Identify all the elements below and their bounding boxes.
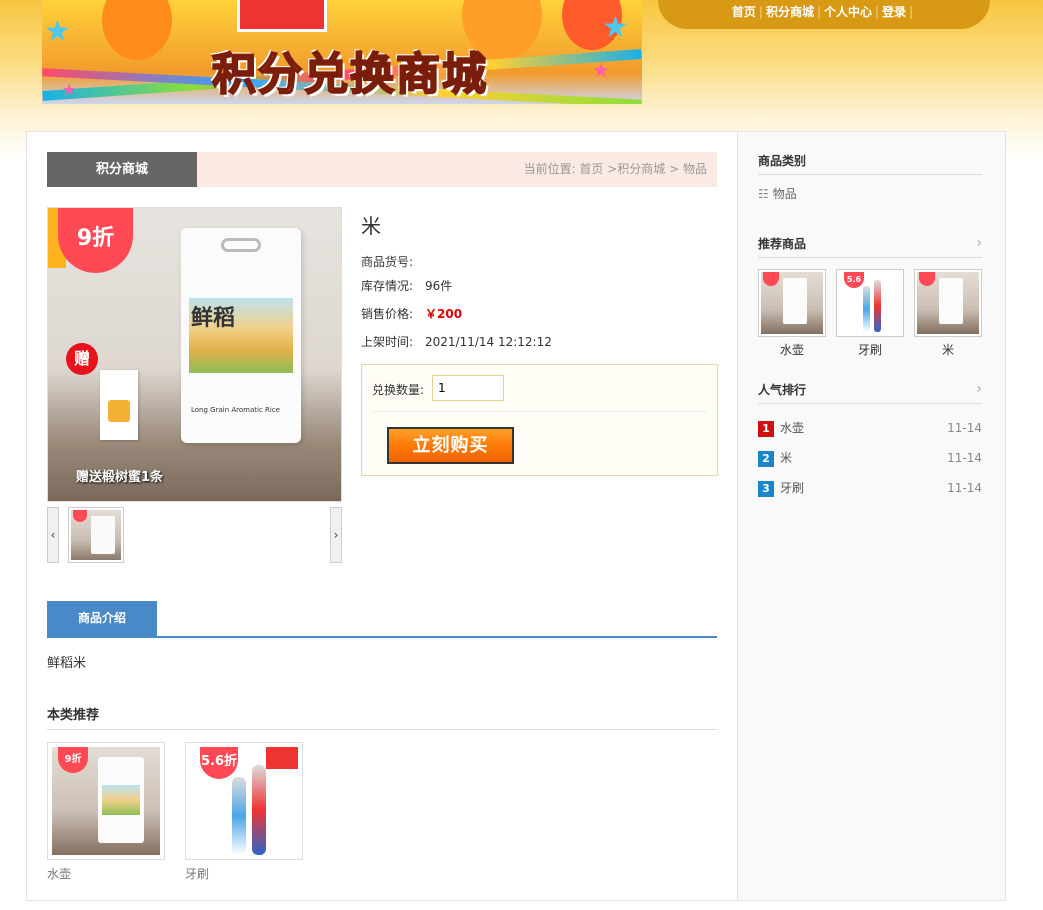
thumb-prev-button[interactable]: ‹: [47, 507, 59, 563]
recommend-item-name[interactable]: 水壶: [47, 865, 165, 882]
gift-badge: 赠: [66, 343, 98, 375]
ranking-item-date: 11-14: [947, 421, 982, 435]
nav-points-mall-link[interactable]: 积分商城: [766, 5, 814, 19]
recommended-item-name[interactable]: 水壶: [758, 341, 826, 358]
rank-number: 2: [758, 450, 774, 467]
banner-title: 积分兑换商城: [211, 48, 488, 101]
nav-separator: |: [909, 5, 914, 19]
chevron-right-icon[interactable]: ›: [976, 235, 982, 251]
nav-separator: |: [758, 5, 763, 19]
top-nav: 首页 | 积分商城 | 个人中心 | 登录 |: [658, 0, 990, 29]
honey-packet-picture: [100, 370, 138, 440]
field-label: 上架时间:: [361, 335, 414, 349]
buy-now-button[interactable]: 立刻购买: [387, 427, 514, 464]
category-title: 商品类别: [758, 152, 982, 175]
product-title: 米: [361, 214, 381, 238]
recommended-item-image[interactable]: [758, 269, 826, 337]
field-label: 库存情况:: [361, 279, 414, 293]
nav-login-link[interactable]: 登录: [882, 5, 906, 19]
star-icon: ★: [44, 14, 71, 49]
ranking-item-name[interactable]: 米: [780, 451, 792, 465]
ranking-item-date: 11-14: [947, 451, 982, 465]
gift-caption: 赠送椴树蜜1条: [76, 470, 164, 485]
category-item[interactable]: ☷ 物品: [758, 185, 982, 202]
recommended-item-image[interactable]: 5.6折: [836, 269, 904, 337]
recommend-item[interactable]: 5.6折 牙刷: [185, 742, 303, 882]
breadcrumb: 当前位置: 首页 >积分商城 > 物品: [523, 162, 707, 176]
recommended-item[interactable]: 5.6折 牙刷: [836, 269, 904, 358]
field-value: 2021/11/14 12:12:12: [425, 335, 552, 349]
category-block: 商品类别 ☷ 物品: [758, 152, 982, 202]
nav-separator: |: [875, 5, 880, 19]
product-main-image: 9折 鲜稻 Long Grain Aromatic Rice 赠 赠送椴树蜜1条: [47, 207, 342, 502]
recommend-item-image[interactable]: 9折: [47, 742, 165, 860]
star-icon: ★: [62, 80, 77, 99]
breadcrumb-bar: 积分商城 当前位置: 首页 >积分商城 > 物品: [47, 152, 717, 187]
quantity-input[interactable]: [432, 375, 504, 401]
rank-number: 3: [758, 480, 774, 497]
ranking-item-name[interactable]: 水壶: [780, 421, 804, 435]
rank-number: 1: [758, 420, 774, 437]
recommend-item-name[interactable]: 牙刷: [185, 865, 303, 882]
product-price-row: 销售价格: ￥200: [361, 305, 462, 322]
recommended-item-image[interactable]: [914, 269, 982, 337]
discount-badge: 5.6折: [200, 747, 238, 779]
category-item-label[interactable]: 物品: [773, 187, 797, 201]
ranking-block: 人气排行 › 1 水壶 11-14 2米 11-14 3 牙刷 11-14: [758, 381, 982, 503]
field-value: 96件: [425, 279, 453, 293]
product-date-row: 上架时间: 2021/11/14 12:12:12: [361, 333, 552, 350]
recommended-title: 推荐商品 ›: [758, 235, 982, 258]
recommended-item[interactable]: 米: [914, 269, 982, 358]
ranking-item[interactable]: 3 牙刷 11-14: [758, 473, 982, 503]
sidebar: 商品类别 ☷ 物品 推荐商品 › 水壶 5.6折 牙刷 米 人气排行 › 1 水…: [737, 131, 1006, 901]
bag-brand-text: 鲜稻: [191, 305, 236, 331]
divider: [372, 411, 707, 412]
price-value: ￥200: [425, 307, 463, 321]
product-thumbnail[interactable]: [68, 507, 124, 563]
recommend-item[interactable]: 9折 水壶: [47, 742, 165, 882]
ranking-item-name[interactable]: 牙刷: [780, 481, 804, 495]
product-stock-row: 库存情况: 96件: [361, 277, 452, 294]
main-content: 积分商城 当前位置: 首页 >积分商城 > 物品 9折 鲜稻 Long Grai…: [26, 131, 738, 901]
recommended-item-name[interactable]: 牙刷: [836, 341, 904, 358]
section-label: 积分商城: [47, 152, 197, 187]
tab-product-intro[interactable]: 商品介绍: [47, 601, 157, 636]
discount-badge: 5.6折: [844, 272, 864, 300]
same-category-title: 本类推荐: [47, 704, 717, 730]
ranking-title: 人气排行 ›: [758, 381, 982, 404]
thumbnail-strip: ‹ ›: [47, 507, 342, 563]
bag-handle: [221, 238, 261, 252]
discount-badge: 9折: [58, 747, 88, 773]
field-label: 商品货号:: [361, 255, 414, 269]
ranking-item[interactable]: 1 水壶 11-14: [758, 413, 982, 443]
promo-corner: [266, 747, 298, 769]
toothbrush-picture: [252, 765, 266, 855]
recommended-item-name[interactable]: 米: [914, 341, 982, 358]
product-sku-row: 商品货号:: [361, 253, 425, 270]
chevron-right-icon[interactable]: ›: [976, 381, 982, 397]
nav-home-link[interactable]: 首页: [732, 5, 756, 19]
recommended-item[interactable]: 水壶: [758, 269, 826, 358]
product-description: 鲜稻米: [47, 656, 87, 671]
tab-bar: 商品介绍: [47, 601, 717, 638]
discount-badge: 9折: [58, 208, 133, 273]
nav-separator: |: [816, 5, 821, 19]
gift-box-decoration: [237, 0, 327, 32]
purchase-box: 兑换数量: 立刻购买: [361, 364, 718, 476]
nav-user-center-link[interactable]: 个人中心: [824, 5, 872, 19]
ranking-item-date: 11-14: [947, 481, 982, 495]
thumb-next-button[interactable]: ›: [330, 507, 342, 563]
rice-bag-picture: 鲜稻 Long Grain Aromatic Rice: [181, 228, 301, 443]
bag-subtitle-text: Long Grain Aromatic Rice: [191, 406, 280, 414]
star-icon: ★: [592, 58, 610, 82]
toothbrush-picture: [232, 777, 246, 855]
list-icon: ☷: [758, 187, 769, 201]
ranking-item[interactable]: 2米 11-14: [758, 443, 982, 473]
quantity-label: 兑换数量:: [372, 383, 425, 397]
banner-image: ★ ★ ★ ★ 积分兑换商城: [42, 0, 642, 104]
field-label: 销售价格:: [361, 307, 414, 321]
recommended-block: 推荐商品 ›: [758, 235, 982, 258]
star-icon: ★: [602, 10, 629, 45]
recommend-item-image[interactable]: 5.6折: [185, 742, 303, 860]
